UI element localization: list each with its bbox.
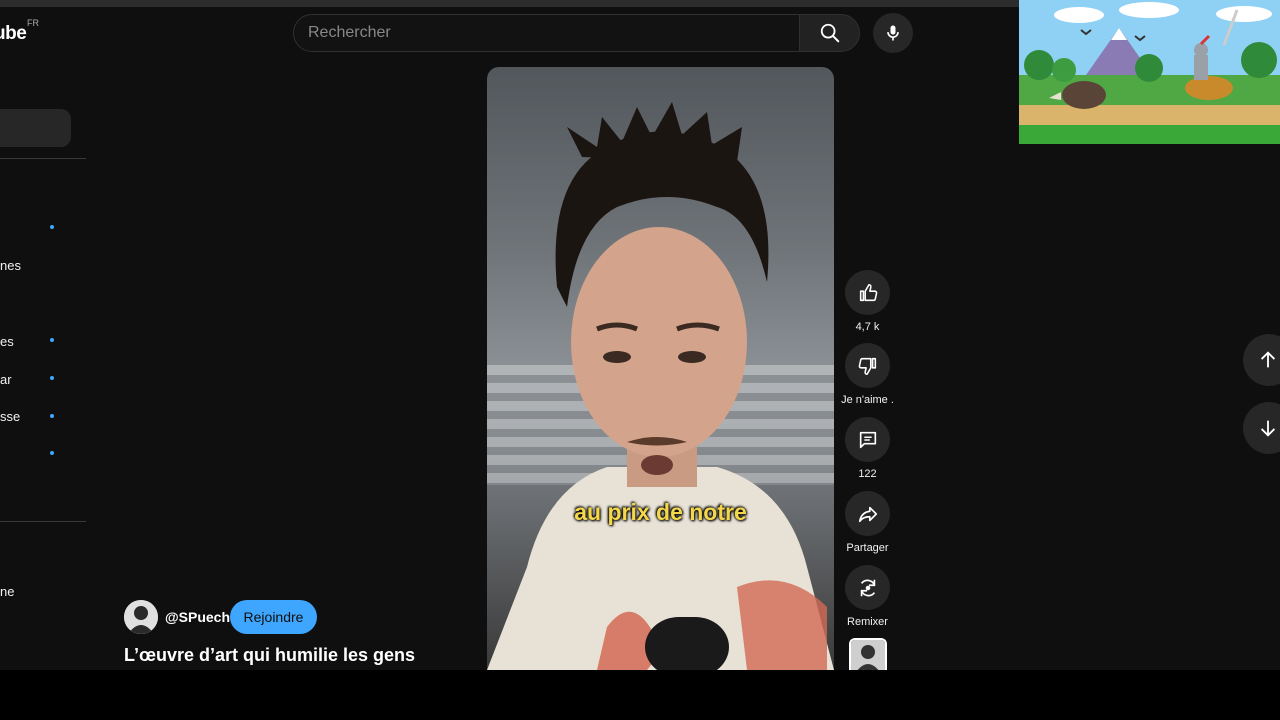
sidebar-new-content-dot [50,225,54,229]
remix-icon [860,579,875,596]
search-icon [820,23,839,43]
search-box [293,14,800,52]
youtube-shorts-window: ube FR › nes es ar sse ne [0,0,1280,670]
remix-label: Remixer [847,616,888,628]
search-input[interactable] [308,15,788,51]
like-button[interactable] [845,270,890,315]
previous-short-button[interactable] [1243,334,1280,386]
sidebar-item-label[interactable]: sse [0,409,20,424]
thumb-up-icon [859,283,877,301]
sidebar-new-content-dot [50,376,54,380]
sidebar-new-content-dot [50,414,54,418]
sidebar-divider [0,521,86,522]
like-action: 4,7 k [845,270,890,333]
search-button[interactable] [799,14,860,52]
mic-icon [887,25,899,41]
sidebar-item-label[interactable]: ne [0,584,14,599]
voice-search-button[interactable] [873,13,913,53]
sidebar: › nes es ar sse ne [0,60,88,670]
video-frame-person [487,102,834,670]
next-short-button[interactable] [1243,402,1280,454]
comment-action: 122 [845,417,890,480]
dislike-label: Je n'aime . [841,394,894,406]
share-action: Partager [845,491,890,554]
short-title[interactable]: L’œuvre d’art qui humilie les gens [124,645,415,666]
sidebar-item-active[interactable] [0,109,71,147]
game-ad-banner[interactable] [1019,0,1280,144]
video-caption: au prix de notre [574,499,747,525]
logo-country-code: FR [27,18,39,28]
short-video-player[interactable]: au prix de notre [487,67,834,670]
comment-button[interactable] [845,417,890,462]
channel-thumbnail-image [851,640,885,670]
share-button[interactable] [845,491,890,536]
share-icon [858,506,877,522]
like-count: 4,7 k [855,321,880,333]
pixel-art-game-scene [1019,0,1280,144]
sidebar-item-label[interactable]: es [0,334,14,349]
logo-text: ube [0,23,27,44]
arrow-up-icon [1260,351,1276,368]
thumb-down-icon [858,357,876,375]
dislike-button[interactable] [845,343,890,388]
dislike-action: Je n'aime . [841,343,894,406]
sidebar-item-label[interactable]: ar [0,372,12,387]
remix-action: Remixer [845,565,890,628]
share-label: Partager [846,542,889,554]
remix-button[interactable] [845,565,890,610]
sidebar-new-content-dot [50,451,54,455]
sidebar-divider [0,158,86,159]
sound-thumbnail[interactable] [849,638,887,670]
comment-icon [859,431,876,448]
channel-avatar[interactable] [124,600,158,634]
sidebar-item-label[interactable]: nes [0,258,21,273]
comment-count: 122 [858,468,877,480]
channel-handle[interactable]: @SPuech [165,609,230,625]
sidebar-new-content-dot [50,338,54,342]
avatar-image [124,600,158,634]
arrow-down-icon [1260,420,1276,437]
join-button[interactable]: Rejoindre [230,600,317,634]
